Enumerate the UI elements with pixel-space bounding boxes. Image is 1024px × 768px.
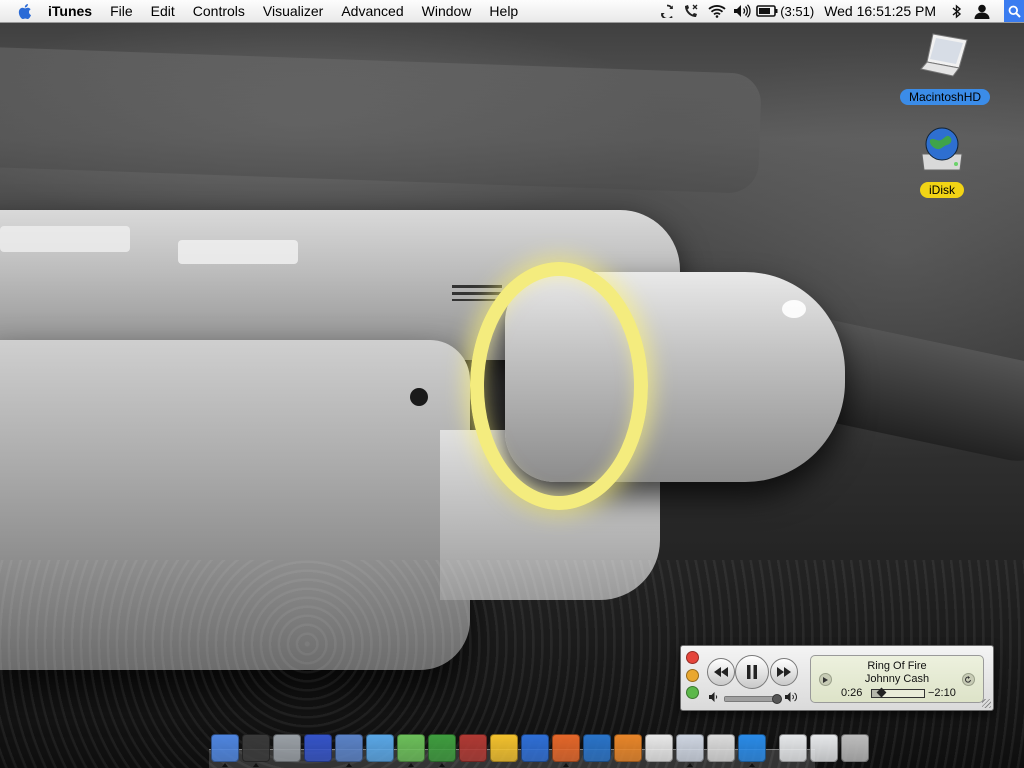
- dock-item-utility-app[interactable]: [458, 734, 487, 762]
- bluetooth-icon[interactable]: [946, 0, 968, 22]
- dock: [209, 733, 869, 768]
- track-title: Ring Of Fire: [867, 660, 927, 672]
- dock-item-notes-app[interactable]: [706, 734, 735, 762]
- user-icon[interactable]: [968, 0, 996, 22]
- dock-item-minimized-window-2[interactable]: [809, 734, 838, 762]
- phone-icon[interactable]: [678, 0, 704, 22]
- apple-menu-icon[interactable]: [18, 3, 34, 20]
- dock-item-adium[interactable]: [489, 734, 518, 762]
- zoom-button[interactable]: [686, 686, 699, 699]
- elapsed-time: 0:26: [841, 687, 863, 699]
- dock-item-firefox[interactable]: [551, 734, 580, 767]
- sync-icon[interactable]: [656, 0, 678, 22]
- dock-item-network-app[interactable]: [520, 734, 549, 762]
- close-button[interactable]: [686, 651, 699, 664]
- menu-visualizer[interactable]: Visualizer: [254, 0, 332, 22]
- previous-track-button[interactable]: [707, 658, 735, 686]
- desktop-icon-macintoshhd[interactable]: MacintoshHD: [900, 30, 991, 106]
- spotlight-icon[interactable]: [1004, 0, 1024, 22]
- dock-item-finder[interactable]: [210, 734, 239, 767]
- snapback-arrow-icon: [965, 676, 971, 683]
- dock-item-minimized-window-1[interactable]: [778, 734, 807, 762]
- menu-edit[interactable]: Edit: [142, 0, 184, 22]
- dock-item-itunes[interactable]: [396, 734, 425, 767]
- dock-item-chameleon-app[interactable]: [427, 734, 456, 767]
- menu-extras: (3:51) Wed 16:51:25 PM: [656, 0, 1024, 22]
- volume-low-icon: [709, 692, 718, 702]
- battery-icon[interactable]: [754, 0, 780, 22]
- dock-item-preview[interactable]: [675, 734, 704, 767]
- display-mode-button[interactable]: [819, 673, 832, 686]
- dock-item-safari[interactable]: [365, 734, 394, 762]
- menu-help[interactable]: Help: [480, 0, 527, 22]
- laptop-icon: [920, 33, 968, 77]
- idisk-icon: [921, 127, 963, 171]
- dock-item-textedit[interactable]: [644, 734, 673, 762]
- snapback-button[interactable]: [962, 673, 975, 686]
- menu-window[interactable]: Window: [413, 0, 481, 22]
- dock-item-quicktime[interactable]: [737, 734, 766, 767]
- volume-high-icon: [785, 692, 797, 702]
- menu-bar: iTunes File Edit Controls Visualizer Adv…: [0, 0, 1024, 23]
- battery-time: (3:51): [780, 3, 815, 19]
- menu-app-itunes[interactable]: iTunes: [46, 0, 101, 22]
- dock-item-display-app[interactable]: [303, 734, 332, 762]
- dock-item-mail[interactable]: [334, 734, 363, 767]
- itunes-mini-player[interactable]: Ring Of Fire Johnny Cash 0:26 −2:10: [680, 645, 994, 711]
- dock-item-dashboard[interactable]: [241, 734, 270, 767]
- playback-progress-bar[interactable]: [871, 687, 925, 698]
- minimize-button[interactable]: [686, 669, 699, 682]
- wifi-icon[interactable]: [704, 0, 730, 22]
- play-triangle-icon: [823, 676, 828, 683]
- dock-item-system-preferences[interactable]: [272, 734, 301, 762]
- next-track-button[interactable]: [770, 658, 798, 686]
- pause-icon: [747, 665, 757, 679]
- menu-file[interactable]: File: [101, 0, 142, 22]
- dock-item-trash[interactable]: [840, 734, 869, 762]
- volume-slider-knob[interactable]: [772, 694, 783, 704]
- rewind-icon: [714, 667, 728, 677]
- volume-slider[interactable]: [724, 694, 783, 704]
- volume-icon[interactable]: [730, 0, 754, 22]
- resize-grip-icon[interactable]: [982, 699, 991, 708]
- track-artist: Johnny Cash: [864, 673, 930, 685]
- pause-button[interactable]: [735, 655, 769, 689]
- remaining-time: −2:10: [928, 687, 956, 699]
- dock-item-umbrella-app[interactable]: [613, 734, 642, 762]
- menu-controls[interactable]: Controls: [184, 0, 254, 22]
- desktop-icon-label: iDisk: [920, 182, 964, 198]
- desktop-icon-idisk[interactable]: iDisk: [897, 124, 987, 199]
- desktop-icon-label: MacintoshHD: [900, 89, 991, 105]
- now-playing-display[interactable]: Ring Of Fire Johnny Cash 0:26 −2:10: [810, 655, 984, 703]
- fast-forward-icon: [777, 667, 791, 677]
- menubar-clock[interactable]: Wed 16:51:25 PM: [824, 0, 936, 22]
- menu-advanced[interactable]: Advanced: [332, 0, 412, 22]
- dock-item-m-app[interactable]: [582, 734, 611, 762]
